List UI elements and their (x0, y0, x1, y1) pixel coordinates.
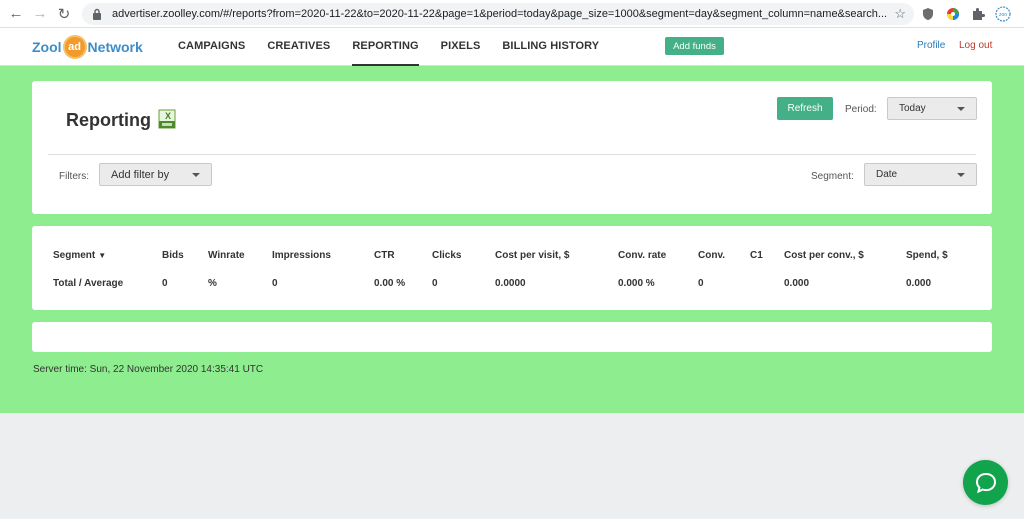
chevron-down-icon (957, 107, 965, 111)
page-title: Reporting (66, 110, 151, 130)
nav-creatives[interactable]: CREATIVES (267, 28, 330, 66)
column-header-clicks[interactable]: Clicks (432, 250, 461, 261)
report-controls-panel: Reporting X Refresh Period: Today Filter… (32, 81, 992, 214)
main-nav: CAMPAIGNS CREATIVES REPORTING PIXELS BIL… (178, 28, 621, 66)
total-row-conv-rate: 0.000 % (618, 278, 655, 289)
logout-link[interactable]: Log out (959, 40, 992, 51)
nav-pixels[interactable]: PIXELS (441, 28, 481, 66)
column-header-impressions[interactable]: Impressions (272, 250, 331, 261)
total-row-winrate: % (208, 278, 217, 289)
column-header-conv-rate[interactable]: Conv. rate (618, 250, 666, 261)
svg-text:X: X (165, 111, 171, 121)
lock-icon (92, 8, 104, 20)
total-row-bids: 0 (162, 278, 168, 289)
total-row-conv: 0 (698, 278, 704, 289)
nav-reporting[interactable]: REPORTING (352, 28, 419, 66)
forward-icon[interactable]: → (28, 2, 52, 26)
column-header-spend[interactable]: Spend, $ (906, 250, 948, 261)
add-funds-button[interactable]: Add funds (665, 37, 724, 55)
total-row-segment: Total / Average (53, 278, 124, 289)
browser-toolbar: ← → ↻ advertiser.zoolley.com/#/reports?f… (0, 0, 1024, 28)
total-row-clicks: 0 (432, 278, 438, 289)
column-header-bids[interactable]: Bids (162, 250, 184, 261)
add-filter-select[interactable]: Add filter by (99, 163, 212, 186)
reload-icon[interactable]: ↻ (52, 2, 76, 26)
nav-campaigns[interactable]: CAMPAIGNS (178, 28, 245, 66)
segment-label: Segment: (811, 171, 854, 182)
column-header-ctr[interactable]: CTR (374, 250, 395, 261)
column-header-cost-per-visit[interactable]: Cost per visit, $ (495, 250, 569, 261)
column-header-label: Segment (53, 250, 96, 261)
period-value: Today (899, 103, 926, 114)
total-row-impressions: 0 (272, 278, 278, 289)
column-header-winrate[interactable]: Winrate (208, 250, 245, 261)
column-header-conv[interactable]: Conv. (698, 250, 725, 261)
total-row-spend: 0.000 (906, 278, 932, 289)
url-text: advertiser.zoolley.com/#/reports?from=20… (112, 7, 888, 20)
shield-extension-icon[interactable] (917, 3, 939, 25)
color-wheel-extension-icon[interactable] (942, 3, 964, 25)
nav-billing-history[interactable]: BILLING HISTORY (502, 28, 599, 66)
server-time: Server time: Sun, 22 November 2020 14:35… (33, 364, 264, 375)
refresh-button[interactable]: Refresh (777, 97, 833, 120)
chat-bubble-icon (975, 472, 996, 493)
svg-text:zoo: zoo (999, 12, 1007, 18)
content-area: Reporting X Refresh Period: Today Filter… (0, 66, 1024, 413)
chevron-down-icon (192, 173, 200, 177)
logo-text-left: Zool (32, 39, 62, 55)
filters-label: Filters: (59, 171, 89, 182)
logo-ad-badge: ad (62, 35, 87, 59)
total-row-ctr: 0.00 % (374, 278, 406, 289)
empty-results-panel (32, 322, 992, 352)
report-table: Segment ▼ Bids Winrate Impressions CTR Cl… (32, 226, 992, 310)
bookmark-star-icon[interactable]: ☆ (894, 6, 906, 22)
chat-button[interactable] (963, 460, 1008, 505)
address-bar[interactable]: advertiser.zoolley.com/#/reports?from=20… (82, 2, 914, 25)
period-select[interactable]: Today (887, 97, 977, 120)
total-row-cost-per-conv: 0.000 (784, 278, 810, 289)
segment-select[interactable]: Date (864, 163, 977, 186)
logo-text-right: Network (87, 39, 143, 55)
divider (48, 154, 976, 155)
back-icon[interactable]: ← (4, 2, 28, 26)
filter-placeholder: Add filter by (111, 168, 170, 181)
zoolad-network-logo[interactable]: Zool ad Network (32, 32, 143, 62)
period-label: Period: (845, 104, 877, 115)
column-header-cost-per-conv[interactable]: Cost per conv., $ (784, 250, 864, 261)
app-header: Zool ad Network CAMPAIGNS CREATIVES REPO… (0, 28, 1024, 66)
puzzle-extensions-icon[interactable] (967, 3, 989, 25)
total-row-cost-per-visit: 0.0000 (495, 278, 526, 289)
column-header-segment[interactable]: Segment ▼ (53, 250, 106, 261)
column-header-c1[interactable]: C1 (750, 250, 763, 261)
chevron-down-icon (957, 173, 965, 177)
excel-export-icon[interactable]: X (156, 108, 178, 130)
profile-link[interactable]: Profile (917, 40, 945, 51)
zoolley-extension-icon[interactable]: zoo (992, 3, 1014, 25)
sort-down-icon: ▼ (98, 251, 107, 260)
segment-value: Date (876, 169, 898, 180)
